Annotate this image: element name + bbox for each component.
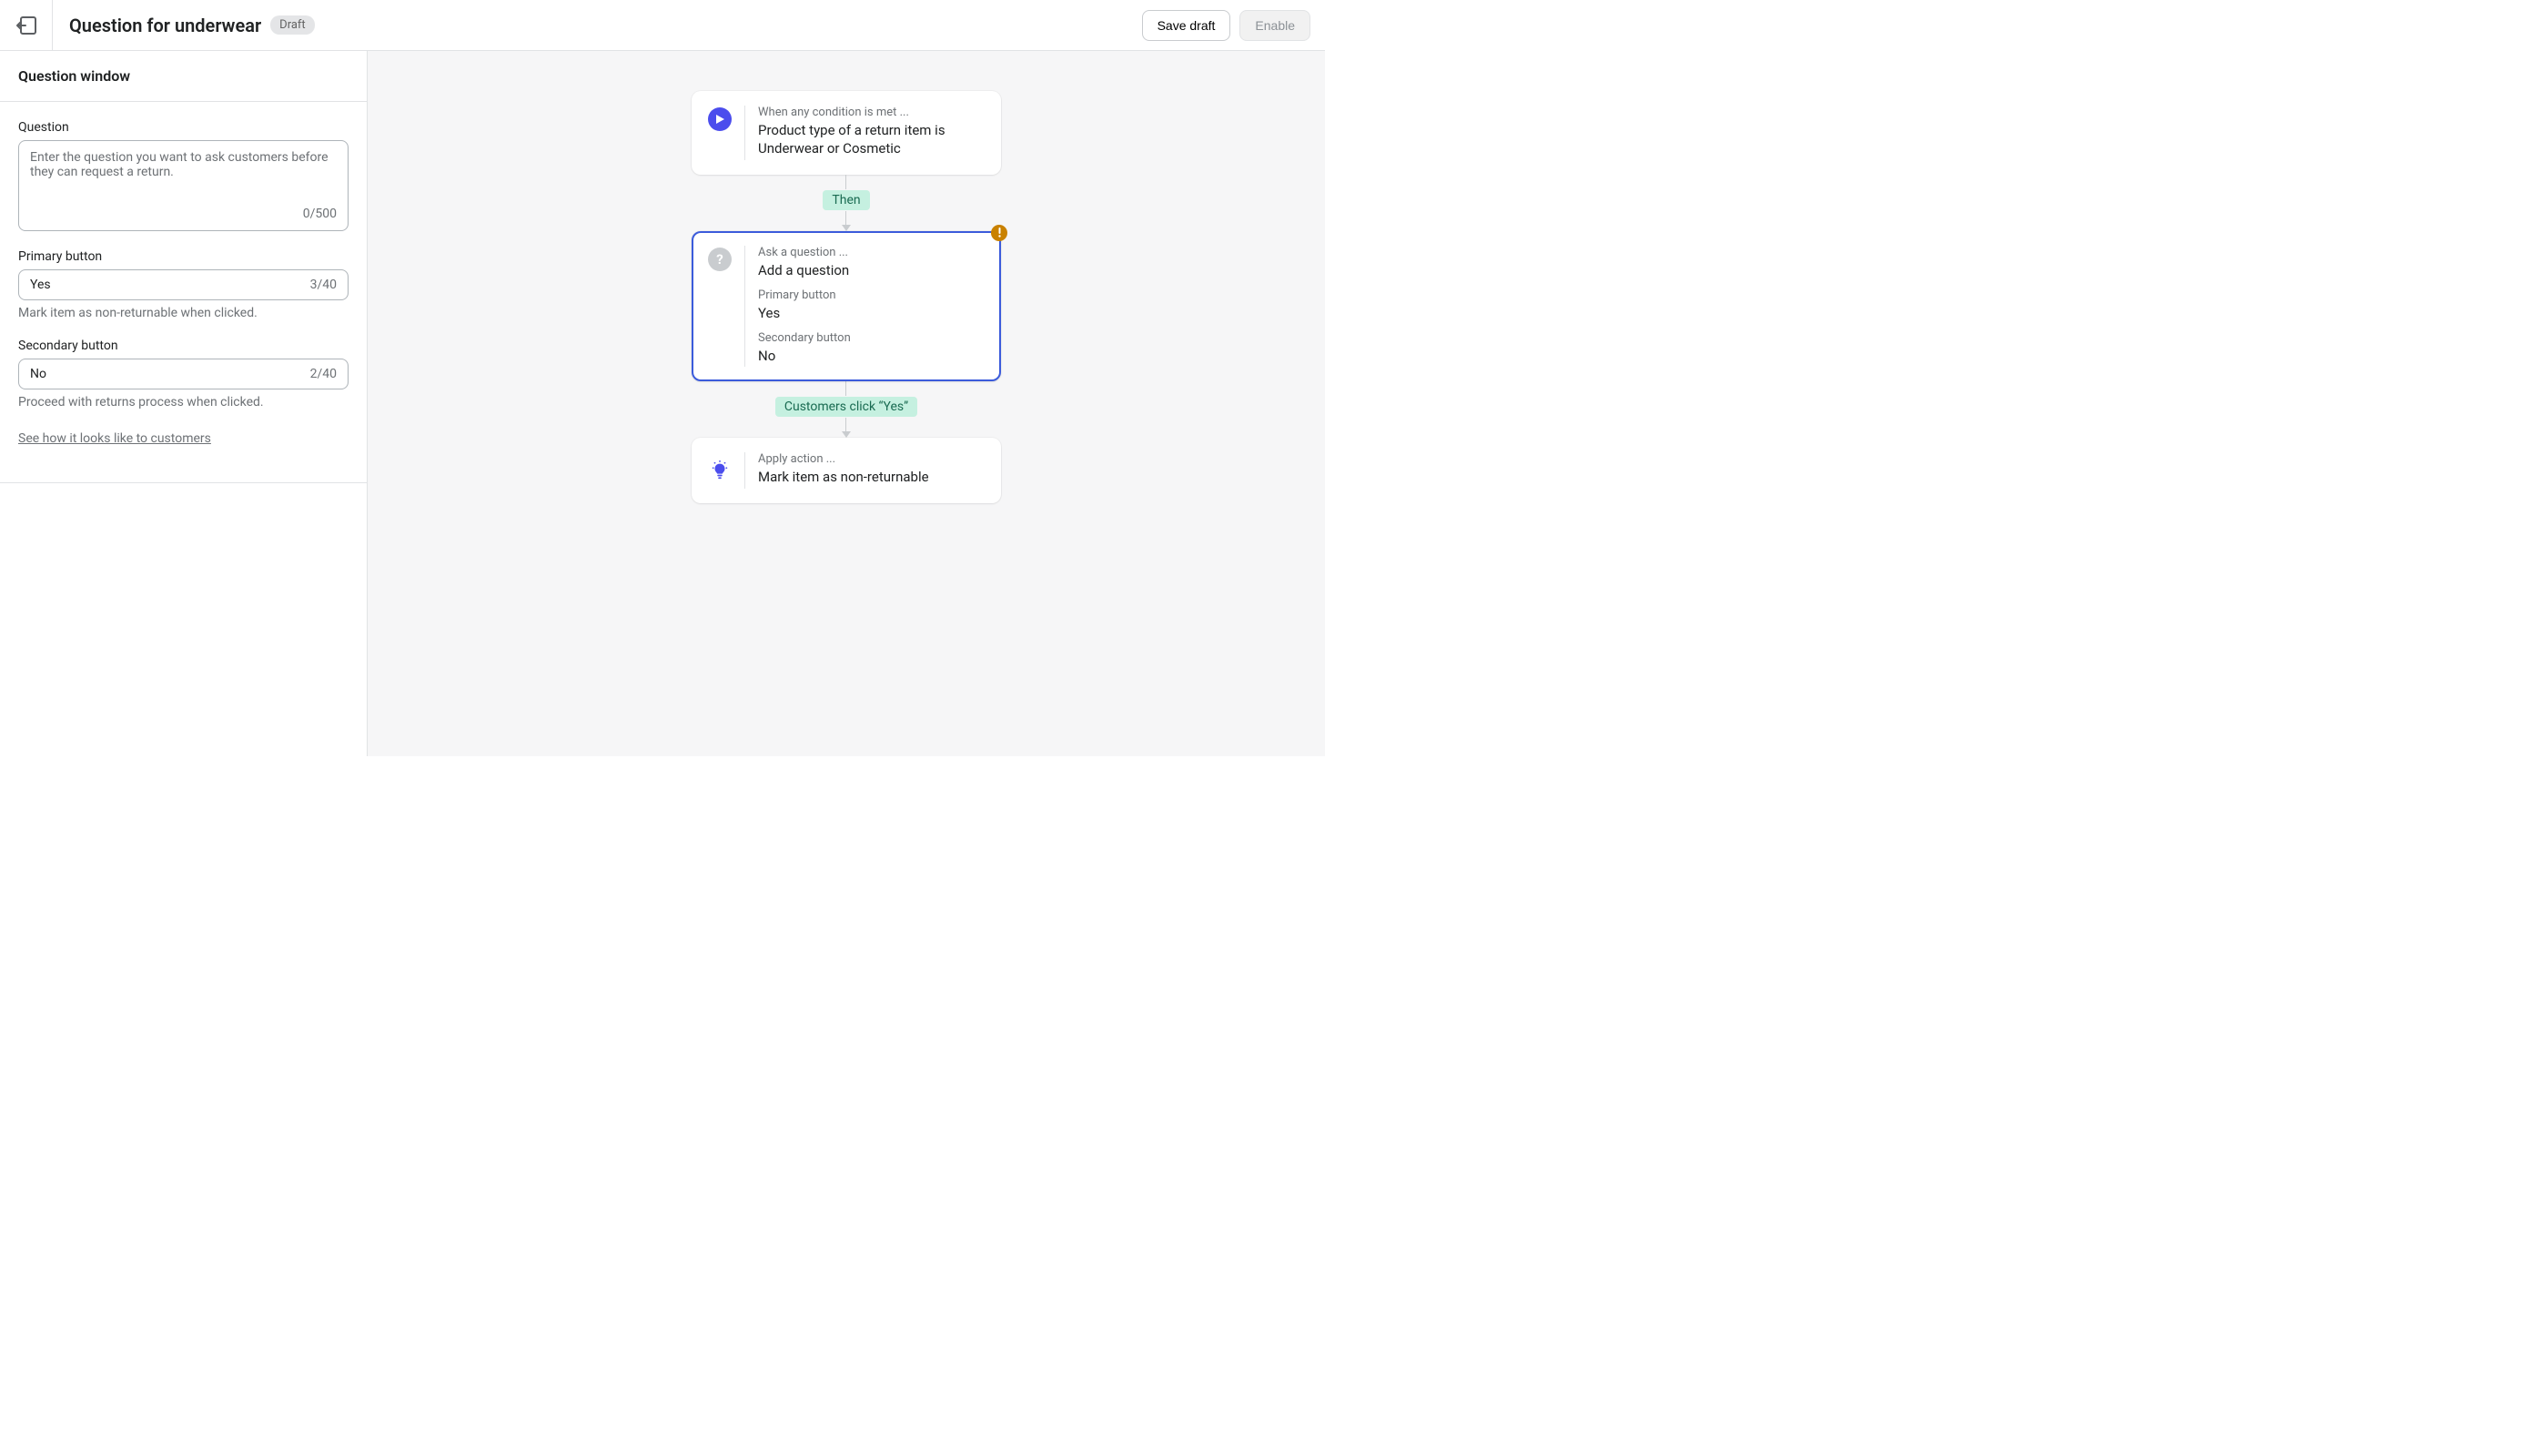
yes-label: Customers click “Yes”	[775, 397, 917, 417]
primary-helper: Mark item as non-returnable when clicked…	[18, 306, 349, 320]
sidebar: Question window Question 0/500 Primary b…	[0, 51, 368, 756]
enable-button[interactable]: Enable	[1239, 10, 1310, 41]
then-label: Then	[823, 190, 869, 210]
flow-card-condition[interactable]: When any condition is met ... Product ty…	[692, 91, 1001, 175]
primary-button-input[interactable]	[30, 278, 310, 292]
card-primary-label: Primary button	[758, 288, 985, 302]
question-textarea[interactable]	[30, 150, 337, 197]
flow-canvas: When any condition is met ... Product ty…	[368, 51, 1325, 756]
page-title: Question for underwear	[69, 15, 261, 36]
flow-card-action[interactable]: Apply action ... Mark item as non-return…	[692, 438, 1001, 502]
question-counter: 0/500	[30, 197, 337, 221]
primary-button-label: Primary button	[18, 249, 349, 264]
secondary-button-label: Secondary button	[18, 339, 349, 353]
card-action-title: Mark item as non-returnable	[758, 468, 985, 486]
connector-yes: Customers click “Yes”	[775, 381, 917, 438]
status-badge: Draft	[270, 15, 315, 35]
secondary-counter: 2/40	[310, 367, 337, 381]
warning-icon	[991, 225, 1007, 241]
card-secondary-label: Secondary button	[758, 331, 985, 345]
secondary-button-input[interactable]	[30, 367, 310, 381]
exit-icon	[16, 16, 36, 35]
save-draft-button[interactable]: Save draft	[1142, 10, 1231, 41]
preview-link[interactable]: See how it looks like to customers	[18, 431, 211, 446]
connector-then: Then	[823, 175, 869, 231]
card-action-sub: Apply action ...	[758, 452, 985, 466]
card-question-sub: Ask a question ...	[758, 246, 985, 259]
card-primary-value: Yes	[758, 304, 985, 322]
play-icon	[708, 107, 732, 131]
question-label: Question	[18, 120, 349, 135]
flow-card-question[interactable]: ? Ask a question ... Add a question Prim…	[692, 231, 1001, 382]
primary-counter: 3/40	[310, 278, 337, 292]
card-condition-sub: When any condition is met ...	[758, 106, 985, 119]
lightbulb-icon	[708, 452, 732, 488]
card-condition-title: Product type of a return item is Underwe…	[758, 121, 985, 158]
card-secondary-value: No	[758, 347, 985, 365]
sidebar-title: Question window	[18, 67, 349, 85]
back-button[interactable]	[0, 0, 53, 51]
card-question-title: Add a question	[758, 261, 985, 279]
question-icon: ?	[708, 248, 732, 271]
secondary-helper: Proceed with returns process when clicke…	[18, 395, 349, 410]
